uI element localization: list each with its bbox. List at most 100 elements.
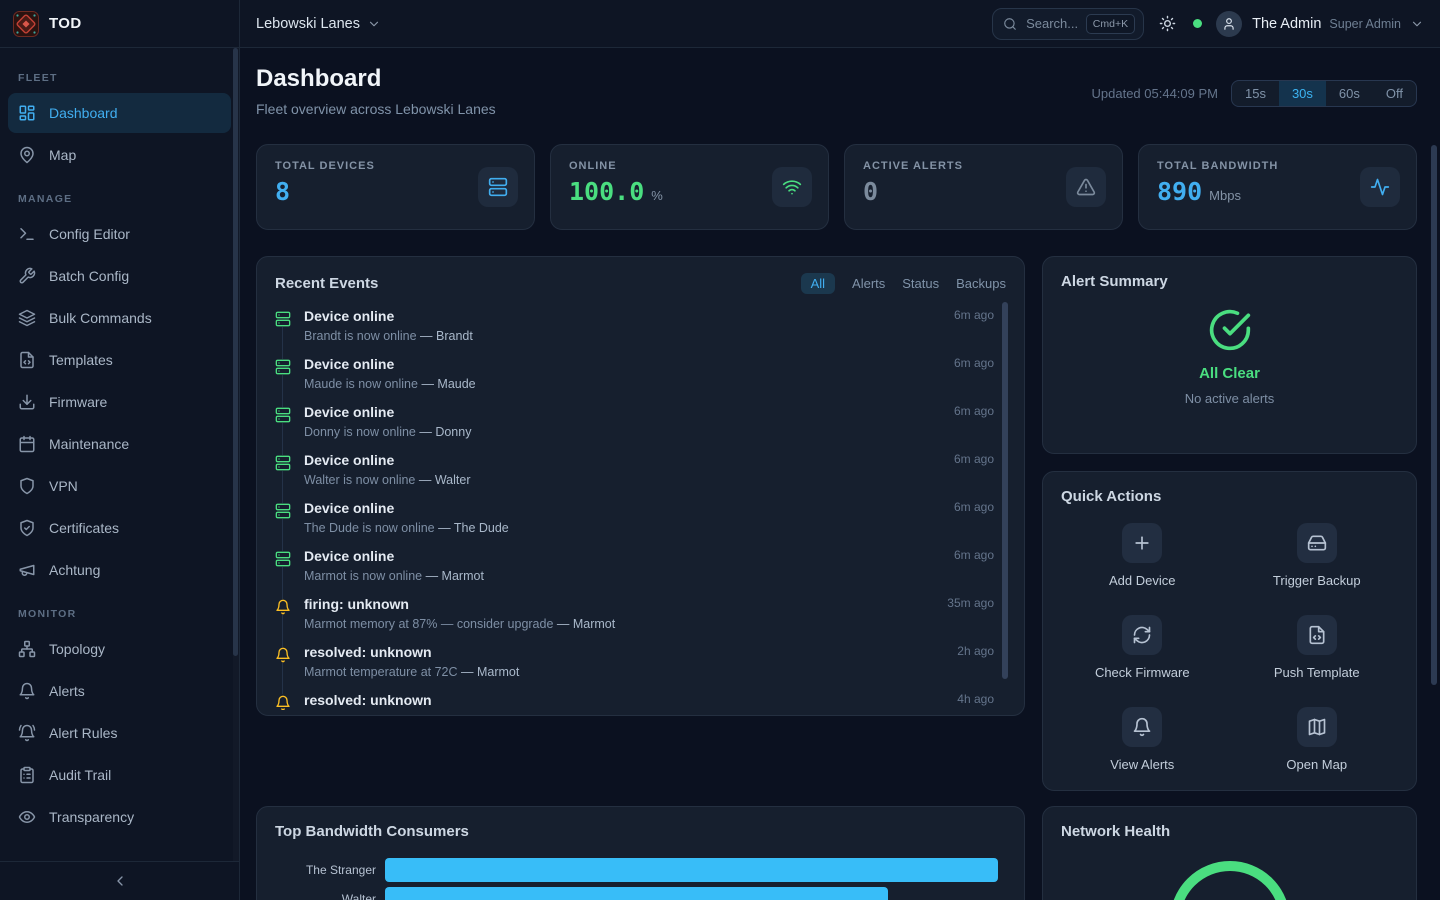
refresh-cw-icon	[1122, 615, 1162, 655]
event-time: 6m ago	[954, 356, 994, 404]
bandwidth-bar-row: Walter	[265, 887, 1008, 900]
sidebar-item-maintenance[interactable]: Maintenance	[8, 424, 231, 464]
events-filter-alerts[interactable]: Alerts	[852, 276, 885, 291]
refresh-option-15s[interactable]: 15s	[1232, 81, 1279, 106]
sidebar-item-map[interactable]: Map	[8, 135, 231, 175]
plus-icon	[1122, 523, 1162, 563]
event-row[interactable]: resolved: unknownMarmot temperature at 7…	[275, 644, 994, 692]
event-message: Maude is now online — Maude	[304, 377, 942, 392]
sidebar-item-label: Alerts	[49, 683, 85, 699]
chevron-down-icon[interactable]	[1410, 17, 1424, 31]
sidebar-item-alerts[interactable]: Alerts	[8, 671, 231, 711]
event-row[interactable]: resolved: unknown4h ago	[275, 692, 994, 710]
event-time: 6m ago	[954, 500, 994, 548]
event-message: Marmot memory at 87% — consider upgrade …	[304, 617, 935, 632]
sidebar-item-dashboard[interactable]: Dashboard	[8, 93, 231, 133]
events-filter-all[interactable]: All	[801, 273, 835, 294]
server-icon	[275, 551, 291, 567]
event-row[interactable]: Device onlineMaude is now online — Maude…	[275, 356, 994, 404]
stat-suffix: Mbps	[1209, 188, 1241, 203]
quick-actions-grid: Add Device Trigger Backup Check Firmware Pu…	[1043, 515, 1416, 772]
event-row[interactable]: Device onlineThe Dude is now online — Th…	[275, 500, 994, 548]
network-health-title: Network Health	[1061, 823, 1170, 840]
sidebar-scrollbar[interactable]	[233, 48, 238, 656]
bandwidth-panel: Top Bandwidth Consumers The StrangerWalt…	[256, 806, 1025, 900]
server-icon	[478, 167, 518, 207]
recent-events-panel: Recent Events AllAlertsStatusBackups Dev…	[256, 256, 1025, 716]
nav-section-label: FLEET	[8, 56, 231, 91]
quick-action-check-firmware[interactable]: Check Firmware	[1095, 615, 1190, 680]
layers-icon	[18, 309, 36, 327]
chevron-down-icon	[367, 17, 381, 31]
events-filter-backups[interactable]: Backups	[956, 276, 1006, 291]
sidebar-item-achtung[interactable]: Achtung	[8, 550, 231, 590]
sidebar-item-vpn[interactable]: VPN	[8, 466, 231, 506]
quick-action-push-template[interactable]: Push Template	[1274, 615, 1360, 680]
theme-toggle-button[interactable]	[1159, 15, 1176, 32]
event-message: Marmot temperature at 72C — Marmot	[304, 665, 945, 680]
sidebar-item-audit-trail[interactable]: Audit Trail	[8, 755, 231, 795]
bandwidth-bar	[385, 858, 998, 882]
quick-action-add-device[interactable]: Add Device	[1109, 523, 1175, 588]
event-row[interactable]: Device onlineMarmot is now online — Marm…	[275, 548, 994, 596]
bandwidth-bar-track	[385, 858, 1008, 882]
quick-actions-panel: Quick Actions Add DeviceTrigger BackupCh…	[1042, 471, 1417, 791]
event-time: 35m ago	[947, 596, 994, 644]
sidebar-item-label: Templates	[49, 352, 113, 368]
search-box[interactable]: Cmd+K	[992, 8, 1144, 40]
refresh-option-off[interactable]: Off	[1373, 81, 1416, 106]
sidebar-item-firmware[interactable]: Firmware	[8, 382, 231, 422]
sidebar-item-topology[interactable]: Topology	[8, 629, 231, 669]
event-row[interactable]: Device onlineWalter is now online — Walt…	[275, 452, 994, 500]
sidebar-item-bulk-commands[interactable]: Bulk Commands	[8, 298, 231, 338]
sidebar-item-batch-config[interactable]: Batch Config	[8, 256, 231, 296]
events-scrollbar[interactable]	[1002, 302, 1008, 679]
page-scrollbar[interactable]	[1431, 145, 1437, 685]
sidebar-item-alert-rules[interactable]: Alert Rules	[8, 713, 231, 753]
refresh-option-60s[interactable]: 60s	[1326, 81, 1373, 106]
wifi-icon	[772, 167, 812, 207]
org-switcher[interactable]: Lebowski Lanes	[256, 16, 381, 32]
updated-timestamp: Updated 05:44:09 PM	[1092, 86, 1218, 101]
chevron-left-icon	[112, 873, 128, 889]
event-row[interactable]: Device onlineDonny is now online — Donny…	[275, 404, 994, 452]
main-content: Dashboard Fleet overview across Lebowski…	[240, 48, 1440, 900]
refresh-option-30s[interactable]: 30s	[1279, 81, 1326, 106]
refresh-interval-control: 15s30s60sOff	[1231, 80, 1417, 107]
alert-summary-status: All Clear	[1199, 365, 1260, 382]
events-filter-status[interactable]: Status	[902, 276, 939, 291]
event-row[interactable]: Device onlineBrandt is now online — Bran…	[275, 308, 994, 356]
quick-action-label: Open Map	[1286, 757, 1347, 772]
map-icon	[1297, 707, 1337, 747]
sidebar-item-transparency[interactable]: Transparency	[8, 797, 231, 837]
event-title: resolved: unknown	[304, 692, 945, 709]
search-input[interactable]	[1024, 15, 1079, 32]
sidebar-item-templates[interactable]: Templates	[8, 340, 231, 380]
file-code-icon	[1297, 615, 1337, 655]
quick-action-trigger-backup[interactable]: Trigger Backup	[1273, 523, 1361, 588]
alert-summary-title: Alert Summary	[1061, 273, 1168, 290]
alert-summary-detail: No active alerts	[1185, 391, 1275, 406]
server-icon	[275, 407, 291, 423]
stat-value: 8	[275, 179, 290, 205]
quick-action-open-map[interactable]: Open Map	[1286, 707, 1347, 772]
sidebar-header: TOD	[0, 0, 239, 48]
event-row[interactable]: firing: unknownMarmot memory at 87% — co…	[275, 596, 994, 644]
file-code-icon	[18, 351, 36, 369]
server-icon	[275, 503, 291, 519]
stat-card-active-alerts: ACTIVE ALERTS0	[844, 144, 1123, 230]
sidebar-item-label: Achtung	[49, 562, 100, 578]
sidebar-collapse-button[interactable]	[0, 861, 239, 900]
eye-icon	[18, 808, 36, 826]
quick-action-view-alerts[interactable]: View Alerts	[1110, 707, 1174, 772]
user-name: The Admin	[1252, 16, 1321, 32]
sidebar-item-config-editor[interactable]: Config Editor	[8, 214, 231, 254]
bell-icon	[275, 695, 291, 710]
stat-value: 890	[1157, 179, 1202, 205]
avatar[interactable]	[1216, 11, 1242, 37]
event-time: 6m ago	[954, 308, 994, 356]
alert-triangle-icon	[1066, 167, 1106, 207]
sidebar-item-label: Maintenance	[49, 436, 129, 452]
sidebar-item-certificates[interactable]: Certificates	[8, 508, 231, 548]
stat-value: 100.0	[569, 179, 644, 205]
